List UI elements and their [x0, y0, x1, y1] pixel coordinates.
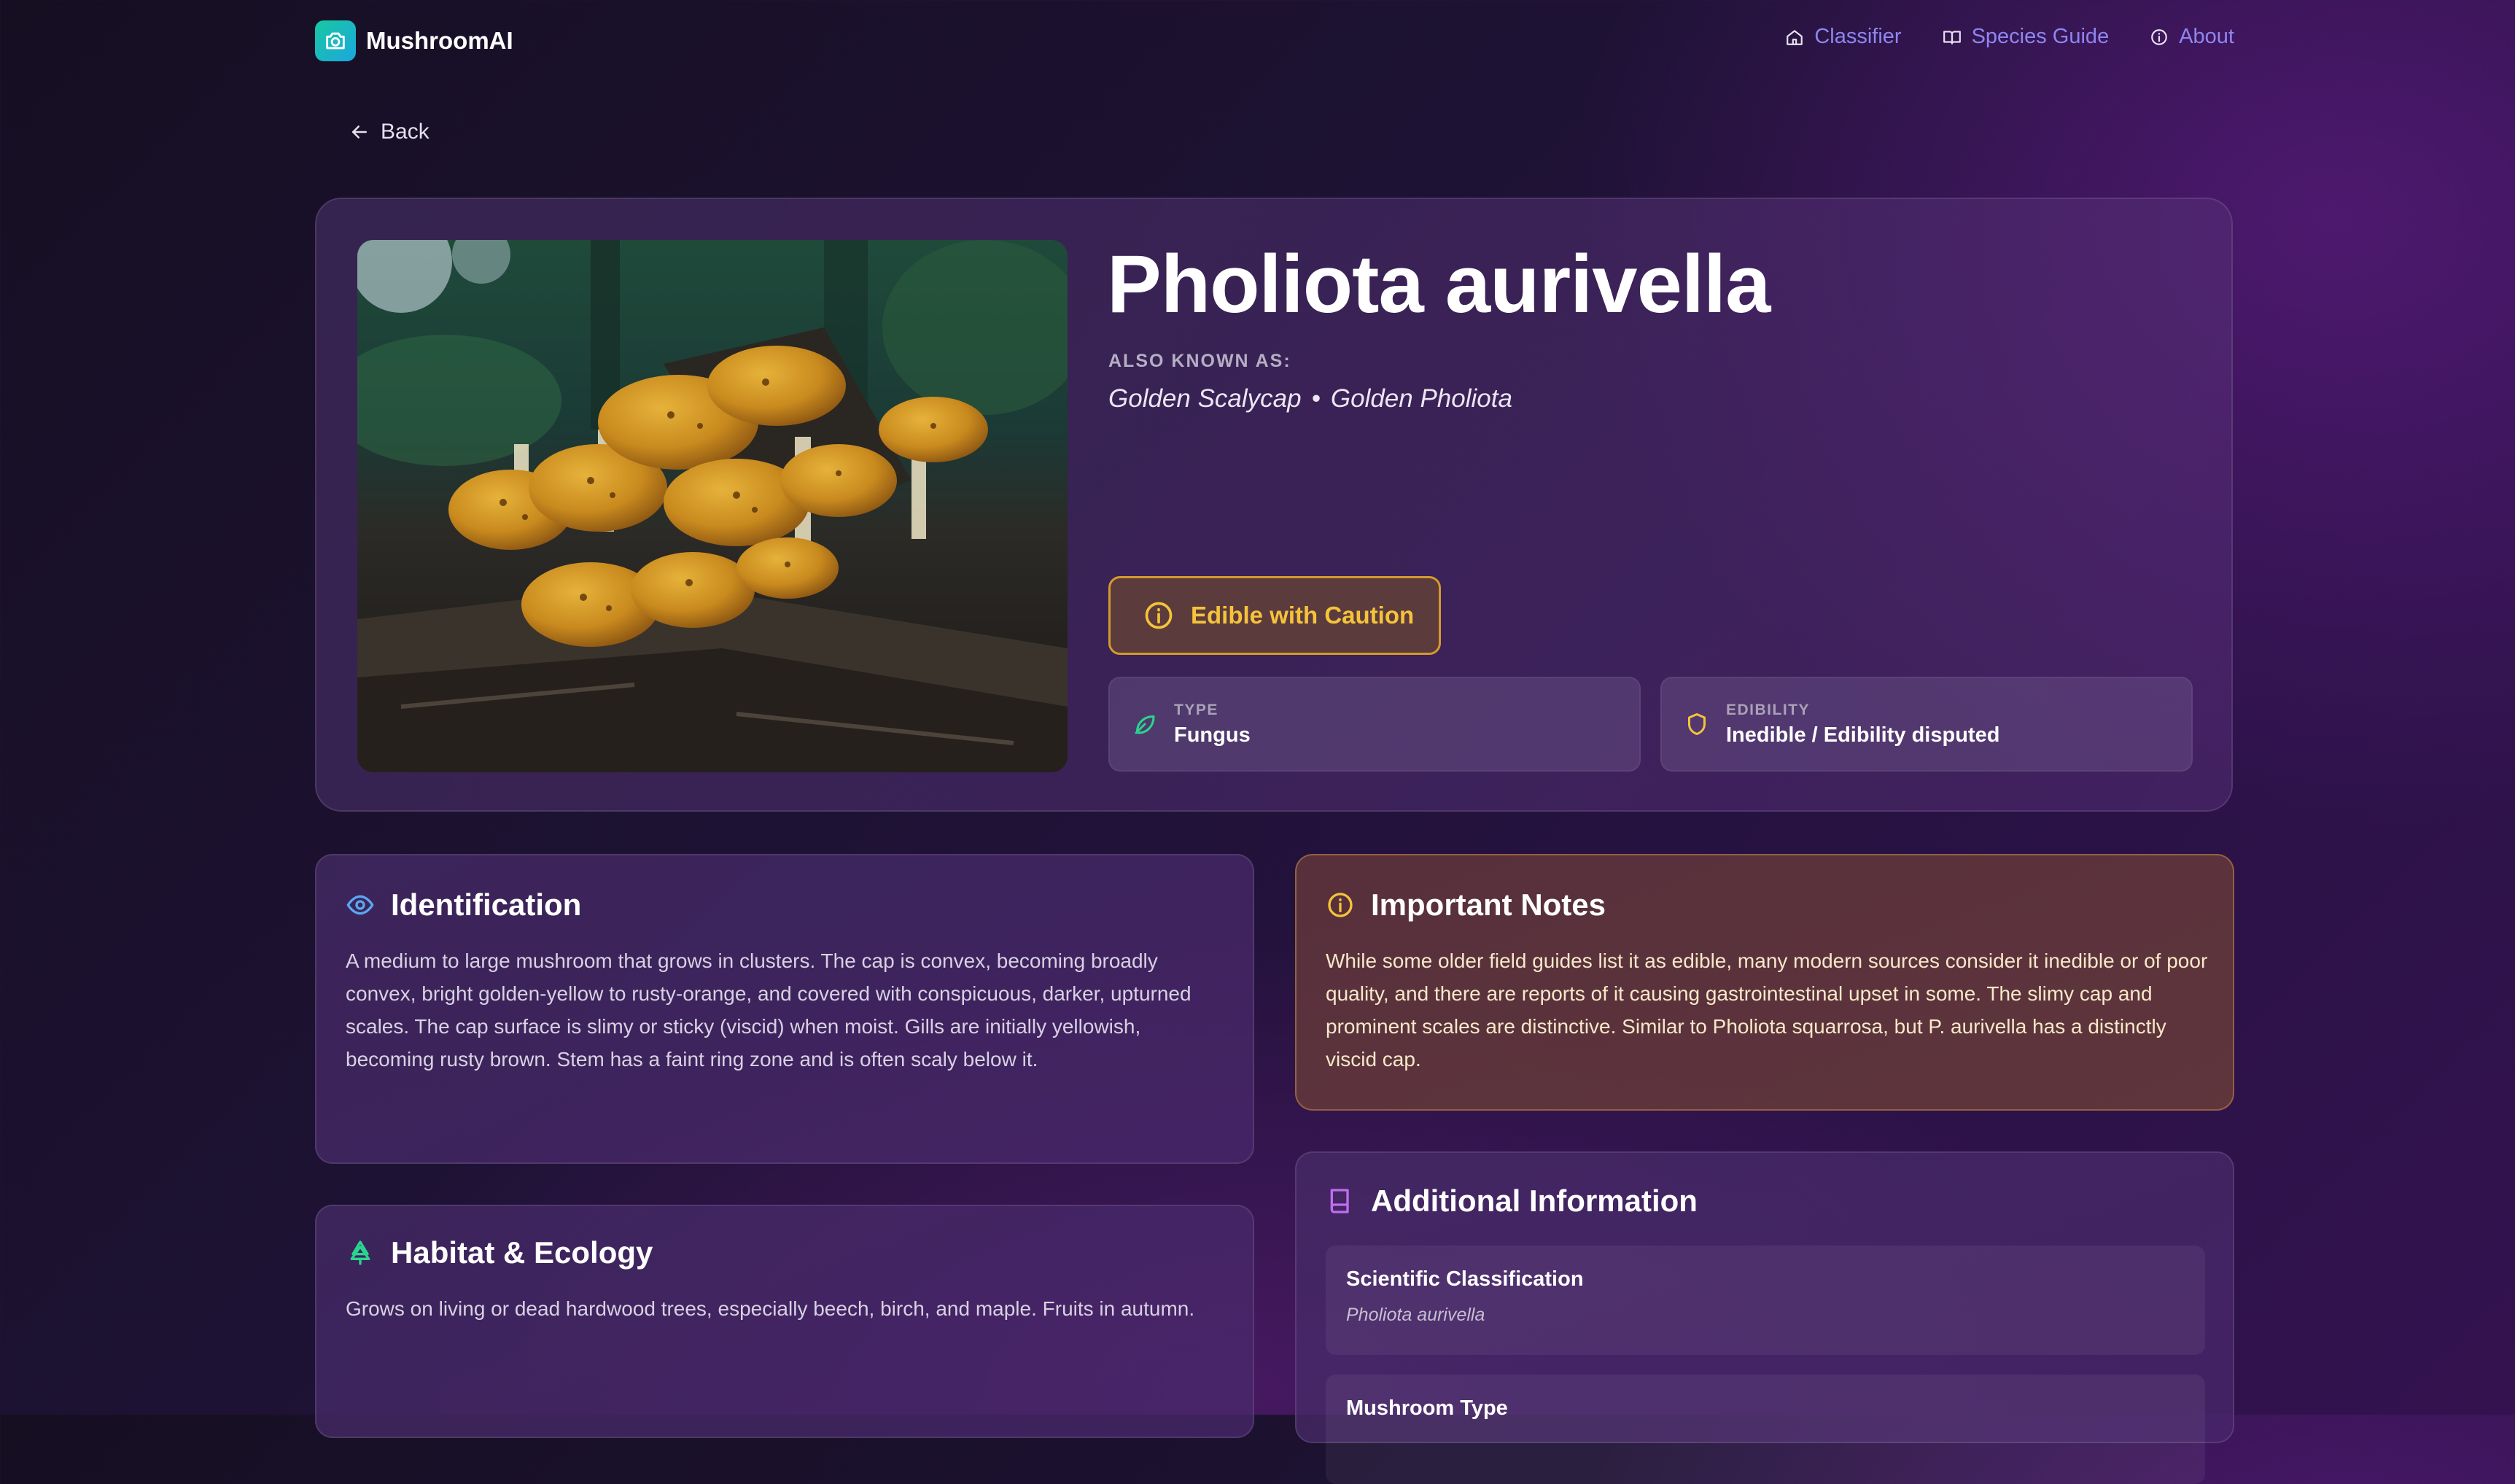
edibility-box: EDIBILITY Inedible / Edibility disputed: [1660, 677, 2193, 772]
type-value: Fungus: [1174, 723, 1251, 747]
eye-icon: [346, 895, 374, 915]
common-names: Golden Scalycap • Golden Pholiota: [1108, 384, 1512, 413]
nav-link-label: Species Guide: [1971, 25, 2110, 48]
info-icon: [1328, 893, 1353, 917]
tree-icon: [350, 1240, 370, 1265]
brand-name: MushroomAI: [366, 27, 513, 54]
info-item-classification: Scientific Classification Pholiota auriv…: [1326, 1246, 2205, 1355]
nav-link-species-guide[interactable]: Species Guide: [1943, 25, 2110, 49]
identification-text: A medium to large mushroom that grows in…: [346, 949, 1192, 1071]
info-icon: [2151, 28, 2168, 45]
type-box: TYPE Fungus: [1108, 677, 1641, 772]
nav-links: Classifier Species Guide About: [1785, 25, 2234, 49]
habitat-text: Grows on living or dead hardwood trees, …: [346, 1297, 1195, 1320]
info-icon: [1145, 602, 1173, 629]
back-button[interactable]: Back: [349, 120, 429, 144]
leaf-icon: [1135, 715, 1155, 734]
camera-icon: [315, 20, 356, 61]
edibility-label: EDIBILITY: [1726, 701, 1811, 718]
info-item-mushroom-type: Mushroom Type: [1326, 1375, 2205, 1484]
type-label: TYPE: [1174, 701, 1218, 718]
species-title: Pholiota aurivella: [1107, 238, 1770, 330]
notes-heading: Important Notes: [1326, 887, 1606, 922]
additional-heading: Additional Information: [1326, 1184, 1698, 1219]
edibility-badge-label: Edible with Caution: [1191, 602, 1415, 629]
book-open-icon: [1943, 30, 1961, 44]
nav-link-label: About: [2179, 25, 2234, 48]
aka-label: ALSO KNOWN AS:: [1108, 351, 1291, 371]
species-photo: [357, 240, 1068, 772]
back-label: Back: [381, 120, 429, 144]
info-item-title: Scientific Classification: [1346, 1267, 1584, 1291]
habitat-title: Habitat & Ecology: [391, 1235, 653, 1270]
species-hero-card: Pholiota aurivella ALSO KNOWN AS: Golden…: [315, 198, 2233, 812]
important-notes-card: Important Notes While some older field g…: [1295, 854, 2234, 1111]
additional-info-card: Additional Information Scientific Classi…: [1295, 1151, 2234, 1484]
home-icon: [1787, 29, 1803, 45]
edibility-value: Inedible / Edibility disputed: [1726, 723, 2000, 747]
info-item-value: Pholiota aurivella: [1346, 1305, 1485, 1325]
arrow-left-icon: [352, 125, 367, 139]
info-item-title: Mushroom Type: [1346, 1396, 1508, 1420]
brand-logo[interactable]: MushroomAI: [315, 20, 513, 61]
habitat-heading: Habitat & Ecology: [346, 1235, 653, 1270]
identification-card: Identification A medium to large mushroo…: [315, 854, 1254, 1164]
shield-icon: [1688, 713, 1706, 735]
notes-text: While some older field guides list it as…: [1326, 949, 2208, 1071]
identification-heading: Identification: [346, 887, 581, 922]
identification-title: Identification: [391, 887, 582, 922]
notes-title: Important Notes: [1371, 887, 1606, 922]
nav-link-label: Classifier: [1814, 25, 1902, 48]
common-name: Golden Pholiota: [1330, 384, 1512, 413]
edibility-badge: Edible with Caution: [1108, 576, 1441, 655]
additional-title: Additional Information: [1371, 1184, 1698, 1218]
habitat-card: Habitat & Ecology Grows on living or dea…: [315, 1205, 1254, 1438]
name-separator: •: [1311, 384, 1321, 413]
top-nav: MushroomAI Classifier Species Guide Abou…: [0, 0, 2515, 82]
book-icon: [1330, 1189, 1349, 1213]
common-name: Golden Scalycap: [1108, 384, 1302, 413]
nav-link-classifier[interactable]: Classifier: [1785, 25, 1902, 49]
nav-link-about[interactable]: About: [2150, 25, 2234, 49]
